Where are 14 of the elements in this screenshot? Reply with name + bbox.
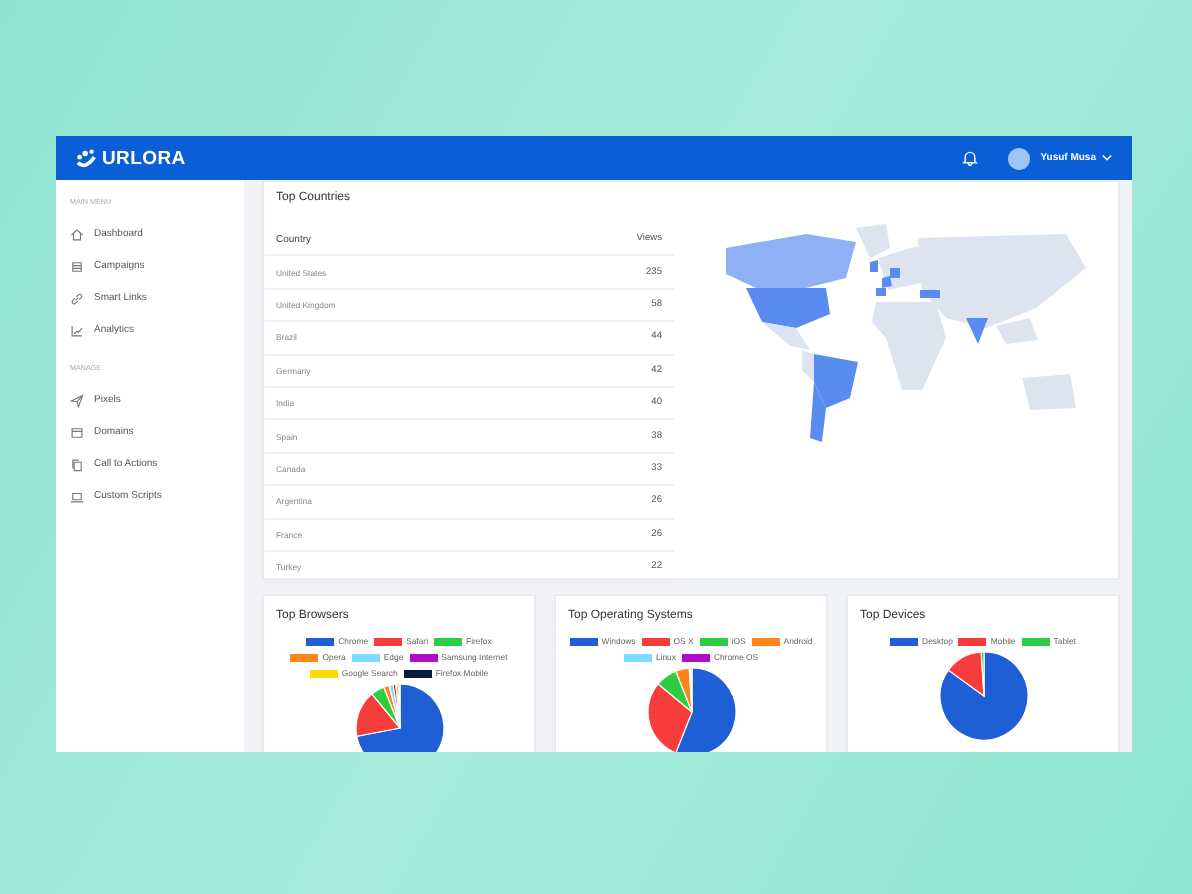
pie-chart-drawing — [939, 652, 1027, 740]
caret-icon[interactable] — [1102, 154, 1112, 162]
window-icon — [70, 425, 84, 439]
home-icon — [70, 227, 84, 241]
stack-icon — [70, 259, 84, 273]
laptop-icon — [70, 489, 84, 503]
bell-icon[interactable] — [962, 150, 979, 166]
avatar-icon[interactable] — [1008, 147, 1031, 169]
paper-plane-icon — [70, 393, 84, 407]
brand-name: URLORA — [102, 147, 186, 169]
copy-icon — [70, 457, 84, 471]
logo-icon — [76, 147, 98, 169]
chart-icon — [70, 323, 84, 337]
link-icon — [70, 291, 84, 305]
